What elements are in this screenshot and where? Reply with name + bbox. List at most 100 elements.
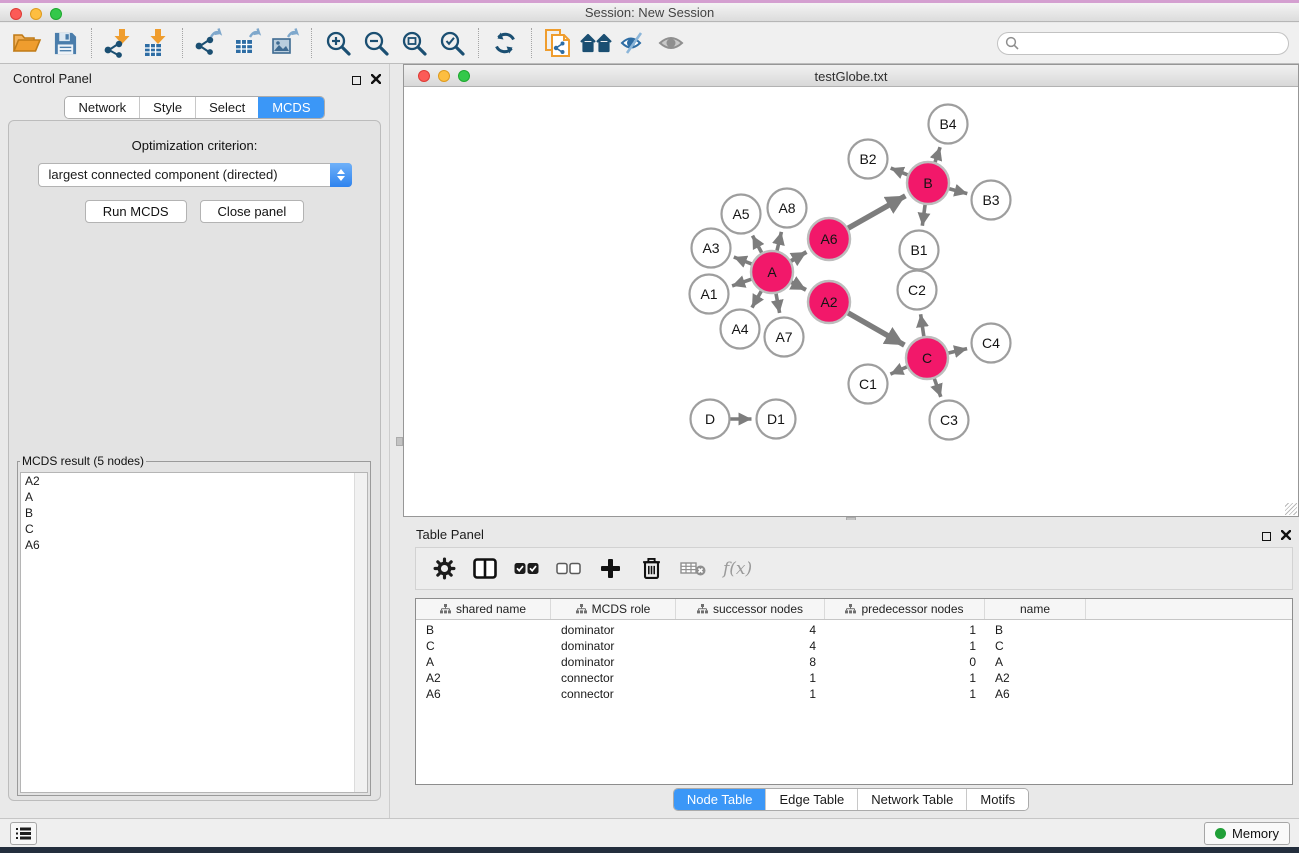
window-resize-handle[interactable] (1285, 503, 1297, 515)
import-network-icon[interactable] (99, 26, 137, 60)
save-icon[interactable] (46, 26, 84, 60)
network-canvas[interactable]: A A1 A2 A3 A4 A5 A6 A7 A8 B B1 B2 B3B4 C C1 C2 C3C4 D D1 (404, 88, 1298, 516)
table-cell[interactable]: 1 (825, 671, 985, 687)
table-cell[interactable]: connector (551, 671, 676, 687)
export-table-icon[interactable] (228, 26, 266, 60)
table-cell[interactable]: A (985, 655, 1086, 671)
table-cell[interactable]: B (416, 623, 551, 639)
add-column-icon[interactable] (598, 556, 622, 582)
table-row[interactable]: Cdominator41C (416, 639, 1292, 655)
close-panel-icon[interactable] (371, 71, 381, 89)
table-cell[interactable]: connector (551, 687, 676, 703)
tab-mcds[interactable]: MCDS (258, 97, 323, 118)
delete-table-icon[interactable] (680, 556, 706, 582)
graph-node-B4[interactable]: B4 (929, 105, 968, 144)
table-cell[interactable]: dominator (551, 639, 676, 655)
trash-icon[interactable] (639, 556, 663, 582)
mcds-list-scrollbar[interactable] (354, 473, 367, 792)
zoom-fit-icon[interactable] (395, 26, 433, 60)
import-table-icon[interactable] (137, 26, 175, 60)
close-table-panel-icon[interactable] (1281, 527, 1291, 545)
graph-node-C3[interactable]: C3 (930, 401, 969, 440)
tab-node-table[interactable]: Node Table (674, 789, 766, 810)
table-cell[interactable]: C (985, 639, 1086, 655)
graph-node-A[interactable]: A (751, 251, 793, 293)
table-cell[interactable]: A6 (416, 687, 551, 703)
graph-node-D[interactable]: D (691, 400, 730, 439)
graph-node-A4[interactable]: A4 (721, 310, 760, 349)
table-cell[interactable]: dominator (551, 623, 676, 639)
tab-select[interactable]: Select (195, 97, 258, 118)
column-header-successor-nodes[interactable]: successor nodes (676, 599, 825, 619)
close-panel-button[interactable]: Close panel (200, 200, 305, 223)
tab-network[interactable]: Network (65, 97, 139, 118)
table-cell[interactable]: 1 (825, 639, 985, 655)
graph-node-B[interactable]: B (907, 162, 949, 204)
gear-icon[interactable] (432, 556, 456, 582)
graph-node-A3[interactable]: A3 (692, 229, 731, 268)
table-cell[interactable]: 1 (825, 623, 985, 639)
graph-node-B1[interactable]: B1 (900, 231, 939, 270)
mcds-result-item[interactable]: A6 (21, 537, 367, 553)
graph-node-B3[interactable]: B3 (972, 181, 1011, 220)
table-cell[interactable]: A2 (416, 671, 551, 687)
criterion-dropdown[interactable]: largest connected component (directed) (38, 163, 352, 187)
table-cell[interactable]: A2 (985, 671, 1086, 687)
table-cell[interactable]: A (416, 655, 551, 671)
graph-node-A6[interactable]: A6 (808, 218, 850, 260)
graph-node-C2[interactable]: C2 (898, 271, 937, 310)
mcds-result-item[interactable]: B (21, 505, 367, 521)
export-image-icon[interactable] (266, 26, 304, 60)
graph-node-D1[interactable]: D1 (757, 400, 796, 439)
table-cell[interactable]: 8 (676, 655, 825, 671)
graph-node-A1[interactable]: A1 (690, 275, 729, 314)
zoom-in-icon[interactable] (319, 26, 357, 60)
network-document-icon[interactable] (539, 26, 577, 60)
network-window-titlebar[interactable]: testGlobe.txt (404, 65, 1298, 87)
desktop-vertical-scroll-indicator[interactable] (396, 437, 403, 446)
float-panel-icon[interactable] (352, 76, 361, 85)
graph-node-C4[interactable]: C4 (972, 324, 1011, 363)
table-cell[interactable]: dominator (551, 655, 676, 671)
table-cell[interactable]: A6 (985, 687, 1086, 703)
split-view-icon[interactable] (473, 556, 497, 582)
home-layout-icon[interactable] (577, 26, 615, 60)
table-row[interactable]: Adominator80A (416, 655, 1292, 671)
table-cell[interactable]: 1 (676, 687, 825, 703)
table-cell[interactable]: 0 (825, 655, 985, 671)
tab-network-table[interactable]: Network Table (857, 789, 966, 810)
graph-node-C1[interactable]: C1 (849, 365, 888, 404)
column-header-shared-name[interactable]: shared name (416, 599, 551, 619)
graph-node-C[interactable]: C (906, 337, 948, 379)
zoom-selected-icon[interactable] (433, 26, 471, 60)
table-row[interactable]: Bdominator41B (416, 623, 1292, 639)
task-history-button[interactable] (10, 822, 37, 845)
mcds-result-item[interactable]: A2 (21, 473, 367, 489)
graph-node-B2[interactable]: B2 (849, 140, 888, 179)
open-folder-icon[interactable] (8, 26, 46, 60)
refresh-icon[interactable] (486, 26, 524, 60)
function-icon[interactable]: f(x) (723, 556, 752, 582)
graph-node-A5[interactable]: A5 (722, 195, 761, 234)
mcds-result-item[interactable]: C (21, 521, 367, 537)
export-network-icon[interactable] (190, 26, 228, 60)
memory-button[interactable]: Memory (1204, 822, 1290, 845)
table-row[interactable]: A6connector11A6 (416, 687, 1292, 703)
column-header-predecessor-nodes[interactable]: predecessor nodes (825, 599, 985, 619)
table-cell[interactable]: C (416, 639, 551, 655)
graph-node-A2[interactable]: A2 (808, 281, 850, 323)
tab-motifs[interactable]: Motifs (966, 789, 1028, 810)
table-cell[interactable]: 1 (676, 671, 825, 687)
tab-edge-table[interactable]: Edge Table (765, 789, 857, 810)
mcds-result-item[interactable]: A (21, 489, 367, 505)
table-cell[interactable]: 4 (676, 623, 825, 639)
graph-node-A8[interactable]: A8 (768, 189, 807, 228)
eye-slash-icon[interactable] (615, 26, 653, 60)
column-header-name[interactable]: name (985, 599, 1086, 619)
zoom-out-icon[interactable] (357, 26, 395, 60)
table-cell[interactable]: 1 (825, 687, 985, 703)
run-mcds-button[interactable]: Run MCDS (85, 200, 187, 223)
table-row[interactable]: A2connector11A2 (416, 671, 1292, 687)
table-cell[interactable]: B (985, 623, 1086, 639)
graph-node-A7[interactable]: A7 (765, 318, 804, 357)
